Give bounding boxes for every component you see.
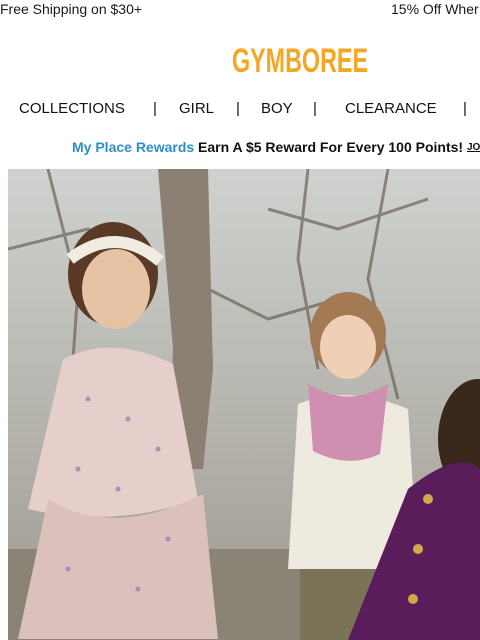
logo-wordmark: GYMBOREE (232, 42, 368, 80)
promo-discount[interactable]: 15% Off Wher (391, 1, 479, 17)
nav-separator: | (153, 100, 157, 117)
nav-separator: | (236, 100, 240, 117)
hero-image[interactable] (8, 169, 480, 640)
nav-separator: | (463, 100, 467, 117)
nav-separator: | (313, 100, 317, 117)
promo-bar: Free Shipping on $30+ 15% Off Wher (0, 0, 480, 22)
gymboree-logo[interactable]: GYMBOREE (232, 38, 372, 82)
nav-item-girl[interactable]: GIRL (179, 100, 214, 117)
rewards-offer: Earn A $5 Reward For Every 100 Points! (198, 139, 464, 155)
rewards-join-link[interactable]: JO (467, 142, 480, 153)
promo-free-shipping[interactable]: Free Shipping on $30+ (0, 1, 142, 17)
nav-item-collections[interactable]: COLLECTIONS (19, 100, 125, 117)
nav-item-clearance[interactable]: CLEARANCE (345, 100, 437, 117)
nav-item-boy[interactable]: BOY (261, 100, 293, 117)
main-nav: COLLECTIONS | GIRL | BOY | CLEARANCE | (0, 98, 480, 120)
hero-photo-illustration (8, 169, 480, 640)
rewards-banner: My Place Rewards Earn A $5 Reward For Ev… (0, 138, 480, 158)
rewards-brand[interactable]: My Place Rewards (72, 139, 194, 155)
logo-text: GYMBOREE (232, 42, 368, 80)
